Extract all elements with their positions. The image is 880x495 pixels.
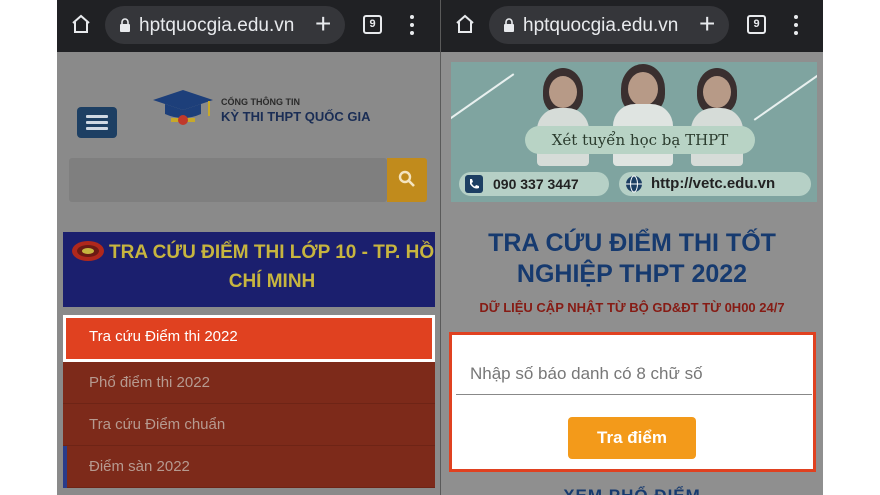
search-button[interactable] (387, 158, 427, 202)
ad-website: http://vetc.edu.vn (619, 172, 811, 196)
search-input[interactable] (69, 158, 387, 202)
badge-icon (72, 241, 104, 261)
plus-icon[interactable]: + (315, 10, 331, 38)
lookup-score-button[interactable]: Tra điểm (568, 417, 696, 459)
globe-icon (626, 175, 642, 193)
left-phone-screen: hptquocgia.edu.vn + 9 CỔNG THÔNG TIN KỲ … (57, 0, 440, 495)
search-icon (398, 170, 415, 187)
student-face (549, 76, 577, 108)
ad-phone: 090 337 3447 (459, 172, 609, 196)
menu-dots-icon[interactable] (409, 14, 415, 36)
tabs-icon[interactable]: 9 (363, 15, 382, 34)
phone-icon (465, 175, 483, 193)
menu-item-tra-cuu-diem-thi[interactable]: Tra cứu Điểm thi 2022 (63, 315, 435, 362)
menu-dots-icon[interactable] (793, 14, 799, 36)
address-bar[interactable]: hptquocgia.edu.vn (105, 6, 345, 44)
address-bar[interactable]: hptquocgia.edu.vn (489, 6, 729, 44)
home-icon[interactable] (455, 14, 475, 34)
left-page: CỔNG THÔNG TIN KỲ THI THPT QUỐC GIA TRA … (57, 52, 440, 495)
update-notice: DỮ LIỆU CẬP NHẬT TỪ BỘ GD&ĐT TỪ 0H00 24/… (479, 300, 785, 315)
score-lookup-form: Nhập số báo danh có 8 chữ số Tra điểm (449, 332, 816, 472)
decor-line (753, 73, 817, 121)
side-menu: Tra cứu Điểm thi 2022 Phổ điểm thi 2022 … (63, 315, 435, 488)
url-text: hptquocgia.edu.vn (523, 15, 679, 36)
candidate-number-input[interactable]: Nhập số báo danh có 8 chữ số (456, 353, 812, 395)
browser-toolbar: hptquocgia.edu.vn + 9 (441, 0, 823, 52)
plus-icon[interactable]: + (699, 10, 715, 38)
decor-line (451, 73, 515, 121)
page-title-line-2: NGHIỆP THPT 2022 (516, 260, 748, 288)
right-page: Xét tuyển học bạ THPT 090 337 3447 http:… (441, 52, 823, 495)
student-face (703, 76, 731, 108)
ad-title: Xét tuyển học bạ THPT (525, 126, 755, 154)
graduation-cap-logo (153, 90, 213, 125)
logo-subtitle: CỔNG THÔNG TIN (221, 97, 300, 107)
ad-website-text: http://vetc.edu.vn (651, 175, 776, 192)
advertisement-banner[interactable]: Xét tuyển học bạ THPT 090 337 3447 http:… (451, 62, 817, 202)
page-title: TRA CỨU ĐIỂM THI TỐT NGHIỆP THPT 2022 (441, 228, 823, 290)
lock-icon (120, 18, 130, 32)
tabs-icon[interactable]: 9 (747, 15, 766, 34)
banner-line-2: CHÍ MINH (228, 271, 316, 292)
student-face (628, 72, 658, 106)
menu-item-diem-chuan[interactable]: Tra cứu Điểm chuẩn (63, 404, 435, 446)
menu-item-pho-diem[interactable]: Phổ điểm thi 2022 (63, 362, 435, 404)
right-phone-screen: hptquocgia.edu.vn + 9 Xét tuyển học bạ T… (441, 0, 823, 495)
home-icon[interactable] (71, 14, 91, 34)
url-text: hptquocgia.edu.vn (139, 15, 295, 36)
banner-line-1: TRA CỨU ĐIỂM THI LỚP 10 - TP. HỒ (109, 242, 435, 263)
exam-lookup-banner[interactable]: TRA CỨU ĐIỂM THI LỚP 10 - TP. HỒ CHÍ MIN… (63, 232, 435, 307)
lock-icon (504, 18, 514, 32)
menu-item-diem-san[interactable]: Điểm sàn 2022 (63, 446, 435, 488)
hamburger-menu-button[interactable] (77, 107, 117, 138)
ad-phone-text: 090 337 3447 (493, 176, 579, 192)
banner-title: TRA CỨU ĐIỂM THI LỚP 10 - TP. HỒ CHÍ MIN… (109, 238, 435, 296)
view-distribution-link[interactable]: XEM PHỔ ĐIỂM (441, 486, 823, 495)
logo-title: KỲ THI THPT QUỐC GIA (221, 109, 371, 124)
browser-toolbar: hptquocgia.edu.vn + 9 (57, 0, 440, 52)
page-title-line-1: TRA CỨU ĐIỂM THI TỐT (488, 229, 776, 257)
